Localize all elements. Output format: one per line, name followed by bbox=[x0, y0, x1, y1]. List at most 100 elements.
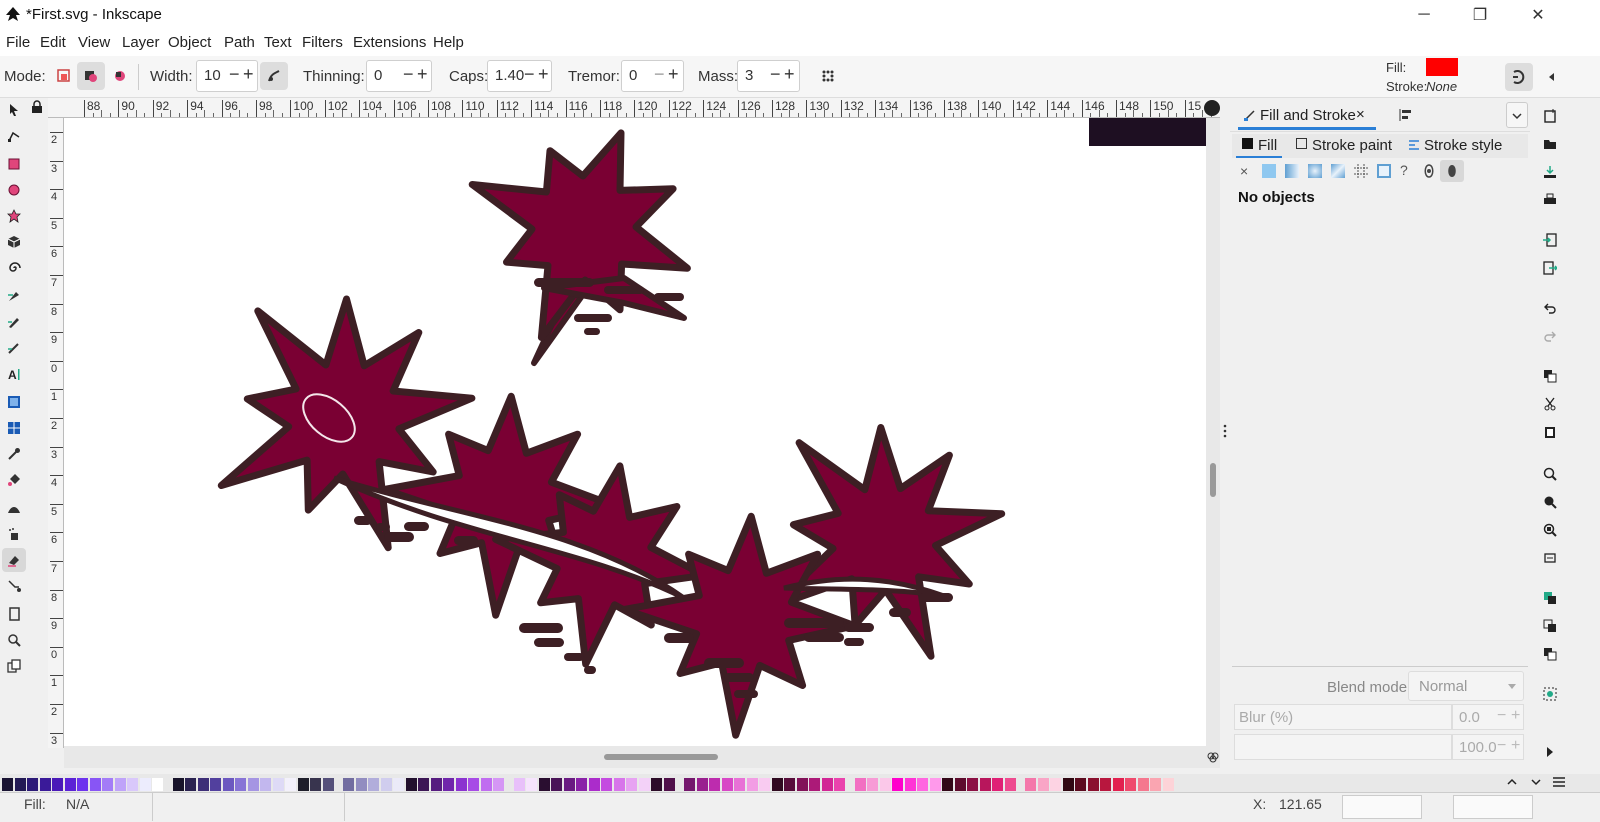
hamburger-menu-icon[interactable] bbox=[1552, 776, 1566, 788]
speed-line-dash[interactable] bbox=[844, 623, 874, 632]
3d-box-tool[interactable] bbox=[2, 230, 26, 254]
palette-swatch[interactable] bbox=[709, 778, 720, 791]
palette-swatch[interactable] bbox=[867, 778, 878, 791]
speed-line-dash[interactable] bbox=[724, 673, 754, 682]
palette-swatch[interactable] bbox=[771, 778, 783, 791]
palette-swatch[interactable] bbox=[576, 778, 587, 791]
rotate-field[interactable] bbox=[1453, 795, 1533, 819]
zoom-selection-button[interactable] bbox=[1540, 464, 1560, 484]
more-commands-button[interactable] bbox=[1540, 742, 1560, 762]
minus-icon[interactable]: − bbox=[770, 64, 781, 85]
palette-swatch[interactable] bbox=[854, 778, 866, 791]
palette-swatch[interactable] bbox=[480, 778, 492, 791]
palette-swatch[interactable] bbox=[393, 778, 404, 791]
palette-swatch[interactable] bbox=[1037, 778, 1049, 791]
redo-button[interactable] bbox=[1540, 326, 1560, 346]
vertical-scroll-thumb[interactable] bbox=[1210, 463, 1216, 497]
plus-icon[interactable]: + bbox=[417, 64, 428, 85]
palette-swatch[interactable] bbox=[1004, 778, 1016, 791]
palette-swatch[interactable] bbox=[222, 778, 234, 791]
palette-swatch[interactable] bbox=[809, 778, 820, 791]
palette-swatch[interactable] bbox=[418, 778, 429, 791]
use-pressure-button[interactable] bbox=[814, 62, 842, 90]
palette-swatch[interactable] bbox=[746, 778, 758, 791]
selector-tool[interactable] bbox=[2, 98, 26, 122]
palette-swatch[interactable] bbox=[2, 778, 13, 791]
palette-swatch[interactable] bbox=[879, 778, 891, 791]
calligraphy-tool[interactable] bbox=[2, 336, 26, 360]
palette-swatch[interactable] bbox=[967, 778, 978, 791]
speed-line-dash[interactable] bbox=[534, 638, 564, 647]
palette-swatch[interactable] bbox=[285, 778, 296, 791]
opacity-spinbox[interactable]: 100.0 − + bbox=[1452, 734, 1524, 760]
connector-tool[interactable] bbox=[2, 574, 26, 598]
palette-swatch[interactable] bbox=[696, 778, 708, 791]
mode-cut-out-button[interactable] bbox=[77, 62, 105, 90]
panel-splitter[interactable] bbox=[1220, 98, 1230, 774]
mass-spinbox[interactable]: 3 − + bbox=[737, 60, 800, 92]
speed-line-dash[interactable] bbox=[704, 658, 744, 668]
blend-mode-select[interactable]: Normal bbox=[1408, 671, 1524, 701]
subtab-fill[interactable]: Fill bbox=[1236, 134, 1282, 158]
speed-line-dash[interactable] bbox=[454, 536, 478, 545]
minus-icon[interactable]: − bbox=[403, 64, 414, 85]
palette-swatch[interactable] bbox=[929, 778, 941, 791]
speed-line-dash[interactable] bbox=[384, 532, 414, 542]
star-tool[interactable] bbox=[2, 204, 26, 228]
palette-swatch[interactable] bbox=[563, 778, 575, 791]
eraser-tool[interactable] bbox=[2, 548, 26, 572]
palette-swatch[interactable] bbox=[613, 778, 625, 791]
palette-swatch[interactable] bbox=[979, 778, 991, 791]
horizontal-scroll-thumb[interactable] bbox=[604, 754, 718, 760]
bezier-tool[interactable] bbox=[2, 284, 26, 308]
new-document-button[interactable] bbox=[1540, 106, 1560, 126]
plus-icon[interactable]: + bbox=[668, 64, 679, 85]
palette-swatch[interactable] bbox=[784, 778, 795, 791]
cut-button[interactable] bbox=[1540, 394, 1560, 414]
export-button[interactable] bbox=[1540, 258, 1560, 278]
palette-swatch[interactable] bbox=[721, 778, 733, 791]
menu-filters[interactable]: Filters bbox=[302, 34, 343, 51]
node-tool[interactable] bbox=[2, 124, 26, 148]
chevron-up-icon[interactable] bbox=[1506, 776, 1518, 788]
spiral-tool[interactable] bbox=[2, 256, 26, 280]
palette-swatch[interactable] bbox=[380, 778, 392, 791]
commands-expand-button[interactable] bbox=[1538, 63, 1566, 91]
snap-toggle-button[interactable] bbox=[1505, 63, 1533, 91]
palette-swatch[interactable] bbox=[1125, 778, 1136, 791]
palette-swatch[interactable] bbox=[759, 778, 770, 791]
palette-swatch[interactable] bbox=[1137, 778, 1149, 791]
vertical-scrollbar[interactable] bbox=[1206, 118, 1220, 746]
palette-swatch[interactable] bbox=[538, 778, 550, 791]
speed-line-dash[interactable] bbox=[784, 618, 844, 628]
pencil-tool[interactable] bbox=[2, 310, 26, 334]
palette-swatch[interactable] bbox=[430, 778, 442, 791]
menu-path[interactable]: Path bbox=[224, 34, 255, 51]
palette-swatch[interactable] bbox=[942, 778, 953, 791]
palette-swatch[interactable] bbox=[89, 778, 101, 791]
opacity-field[interactable] bbox=[1234, 734, 1452, 760]
speed-line-dash[interactable] bbox=[376, 523, 390, 531]
thinning-spinbox[interactable]: 0 − + bbox=[366, 60, 432, 92]
palette-swatch[interactable] bbox=[904, 778, 916, 791]
palette-swatch[interactable] bbox=[1100, 778, 1111, 791]
paint-bucket-tool[interactable] bbox=[2, 468, 26, 492]
palette-swatch[interactable] bbox=[310, 778, 321, 791]
save-button[interactable] bbox=[1540, 162, 1560, 182]
palette-swatch[interactable] bbox=[455, 778, 467, 791]
palette-swatch[interactable] bbox=[102, 778, 113, 791]
pages-tool[interactable] bbox=[2, 602, 26, 626]
palette-swatch[interactable] bbox=[1050, 778, 1061, 791]
palette-swatch[interactable] bbox=[368, 778, 379, 791]
palette-swatch[interactable] bbox=[210, 778, 221, 791]
minus-icon[interactable]: − bbox=[524, 64, 535, 85]
duplicate-button[interactable] bbox=[1540, 588, 1560, 608]
mode-clip-button[interactable] bbox=[106, 62, 134, 90]
palette-swatch[interactable] bbox=[601, 778, 612, 791]
minus-icon[interactable]: − bbox=[1497, 707, 1506, 725]
palette-swatch[interactable] bbox=[443, 778, 454, 791]
palette-swatch[interactable] bbox=[734, 778, 745, 791]
menu-extensions[interactable]: Extensions bbox=[353, 34, 426, 51]
close-button[interactable]: ✕ bbox=[1527, 4, 1549, 26]
minus-icon[interactable]: − bbox=[229, 64, 240, 85]
